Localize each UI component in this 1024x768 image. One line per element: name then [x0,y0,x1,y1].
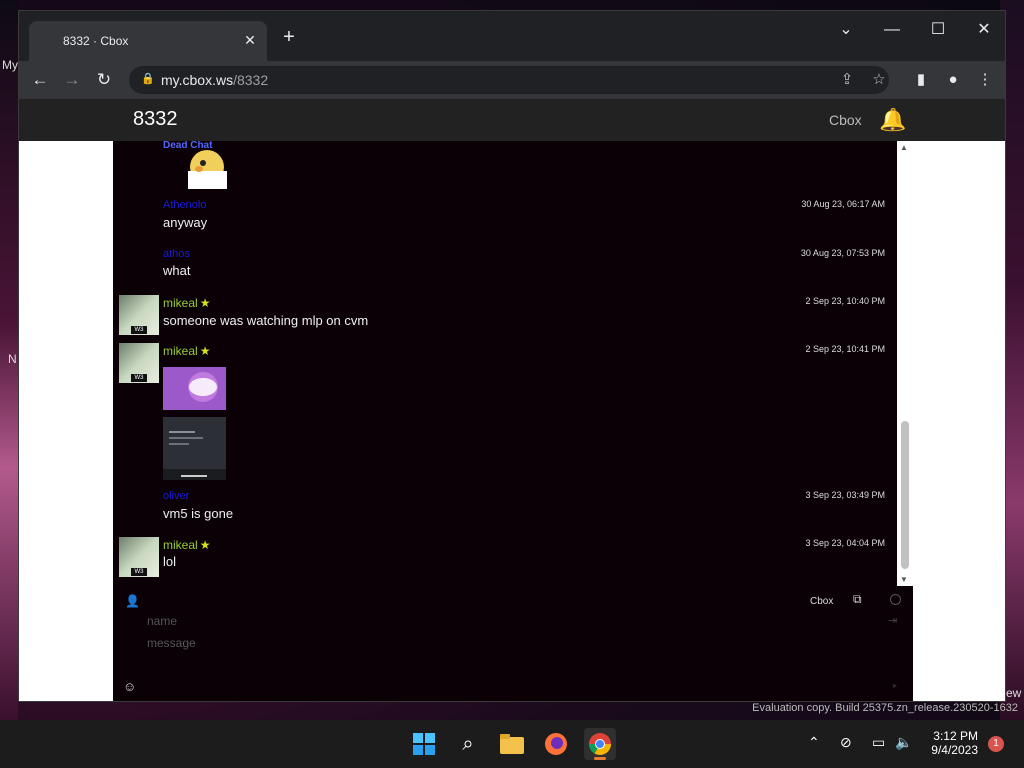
tab-close-icon[interactable]: ✕ [241,31,259,49]
message-author[interactable]: athos [163,248,190,260]
scroll-up-icon[interactable]: ▲ [900,143,908,152]
url-path: /8332 [233,72,269,88]
message-author[interactable]: mikeal ★ [163,344,210,358]
clock-date: 9/4/2023 [931,743,978,757]
share-icon[interactable]: ⇪ [837,70,857,88]
message-text: someone was watching mlp on cvm [163,313,369,328]
avatar[interactable]: W3 [119,537,159,577]
back-icon[interactable]: ← [28,68,52,92]
message-input[interactable] [147,633,867,653]
chrome-icon[interactable] [584,728,616,760]
scroll-down-icon[interactable]: ▼ [900,575,908,584]
forward-icon[interactable]: → [60,68,84,92]
avatar[interactable]: W3 [119,295,159,335]
message-text: anyway [163,215,208,230]
menu-kebab-icon[interactable]: ⋮ [973,68,997,92]
message-list[interactable]: Dead Chat Athenolo 30 Aug 23, 06:17 AM a… [113,141,897,586]
expand-arrow-icon[interactable]: ▸ [893,681,897,690]
login-icon[interactable]: ⇥ [888,614,897,627]
tab-search-icon[interactable]: ⌄ [831,17,861,43]
status-circle-icon[interactable] [890,594,901,605]
reload-icon[interactable]: ↻ [92,68,116,92]
desktop-label-top[interactable]: My [2,58,18,72]
maximize-icon[interactable]: ☐ [923,17,953,43]
message-text: lol [163,554,177,569]
address-bar[interactable]: 🔒 my.cbox.ws/8332 ⇪ ☆ [129,66,889,94]
tab-strip: 8332 · Cbox ✕ + ⌄ — ☐ ✕ [19,11,1005,61]
star-icon: ★ [199,296,211,310]
desktop-label-right[interactable]: ew [1006,686,1021,700]
chevron-up-icon[interactable]: ⌃ [808,734,820,751]
message-text: vm5 is gone [163,506,234,521]
clock-time: 3:12 PM [933,729,978,743]
page-title: 8332 [133,108,178,130]
windows-icon [413,733,435,755]
profile-icon[interactable]: ● [941,68,965,92]
display-icon[interactable]: ▭ [872,734,885,751]
minimize-icon[interactable]: — [877,17,907,43]
message-time: 30 Aug 23, 07:53 PM [800,248,885,258]
mlp-logo-image[interactable] [163,367,226,410]
name-input[interactable] [147,611,867,631]
message-time: 2 Sep 23, 10:40 PM [805,296,885,306]
svg-text:Dead Chat: Dead Chat [163,141,213,151]
message-time: 3 Sep 23, 03:49 PM [805,490,885,500]
network-icon[interactable]: ⊘ [840,734,852,751]
chat-box: Dead Chat Athenolo 30 Aug 23, 06:17 AM a… [113,141,913,701]
message-time: 2 Sep 23, 10:41 PM [805,344,885,354]
star-icon: ★ [199,344,211,358]
lock-icon[interactable]: 🔒 [141,72,155,85]
desktop-label-mid[interactable]: N [8,352,17,366]
screenshot-image[interactable] [163,417,226,480]
user-icon[interactable]: 👤 [125,594,140,608]
close-window-icon[interactable]: ✕ [969,17,999,43]
message-time: 30 Aug 23, 06:17 AM [801,199,885,209]
message-text: what [163,263,191,278]
new-tab-icon[interactable]: + [277,25,301,49]
popout-icon[interactable]: ⧉ [853,592,862,607]
file-explorer-icon[interactable] [496,728,528,760]
browser-window: 8332 · Cbox ✕ + ⌄ — ☐ ✕ ← → ↻ 🔒 my.cbox.… [18,10,1006,702]
notification-badge[interactable]: 1 [988,736,1004,752]
start-button[interactable] [408,728,440,760]
site-header: 8332 Cbox 🔔 [19,99,1005,141]
post-form: 👤 Cbox ⧉ ⇥ ☺ ▸ [113,586,913,701]
side-panel-icon[interactable]: ▮ [909,68,933,92]
message-scrollbar[interactable]: ▲ ▼ [897,141,913,586]
evaluation-watermark: Evaluation copy. Build 25375.zn_release.… [752,702,1018,714]
clock[interactable]: 3:12 PM 9/4/2023 [928,729,978,757]
volume-icon[interactable]: 🔈 [895,734,912,751]
cbox-link[interactable]: Cbox [810,596,833,607]
star-icon: ★ [199,538,211,552]
url-host: my.cbox.ws [161,72,234,88]
scroll-thumb[interactable] [901,421,909,569]
search-icon[interactable]: ⌕ [452,728,484,760]
message-author[interactable]: oliver [163,490,189,502]
avatar[interactable]: W3 [119,343,159,383]
dead-chat-image[interactable]: Dead Chat [163,141,227,189]
message-author[interactable]: Athenolo [163,199,206,211]
bookmark-star-icon[interactable]: ☆ [869,70,889,88]
browser-tab[interactable]: 8332 · Cbox ✕ [29,21,267,61]
browser-toolbar: ← → ↻ 🔒 my.cbox.ws/8332 ⇪ ☆ ▮ ● ⋮ [19,61,1005,99]
message-author[interactable]: mikeal ★ [163,296,210,310]
tab-title: 8332 · Cbox [63,34,129,48]
message-time: 3 Sep 23, 04:04 PM [805,538,885,548]
taskbar: ⌕ ⌃ ⊘ ▭ 🔈 3:12 PM 9/4/2023 1 [0,720,1024,768]
firefox-icon[interactable] [540,728,572,760]
message-author[interactable]: mikeal ★ [163,538,210,552]
page-content: 8332 Cbox 🔔 Dead Chat Athenolo 30 Aug 23… [19,99,1005,701]
cbox-brand-link[interactable]: Cbox [829,112,862,128]
smiley-icon[interactable]: ☺ [123,679,136,694]
bell-icon[interactable]: 🔔 [879,107,906,133]
